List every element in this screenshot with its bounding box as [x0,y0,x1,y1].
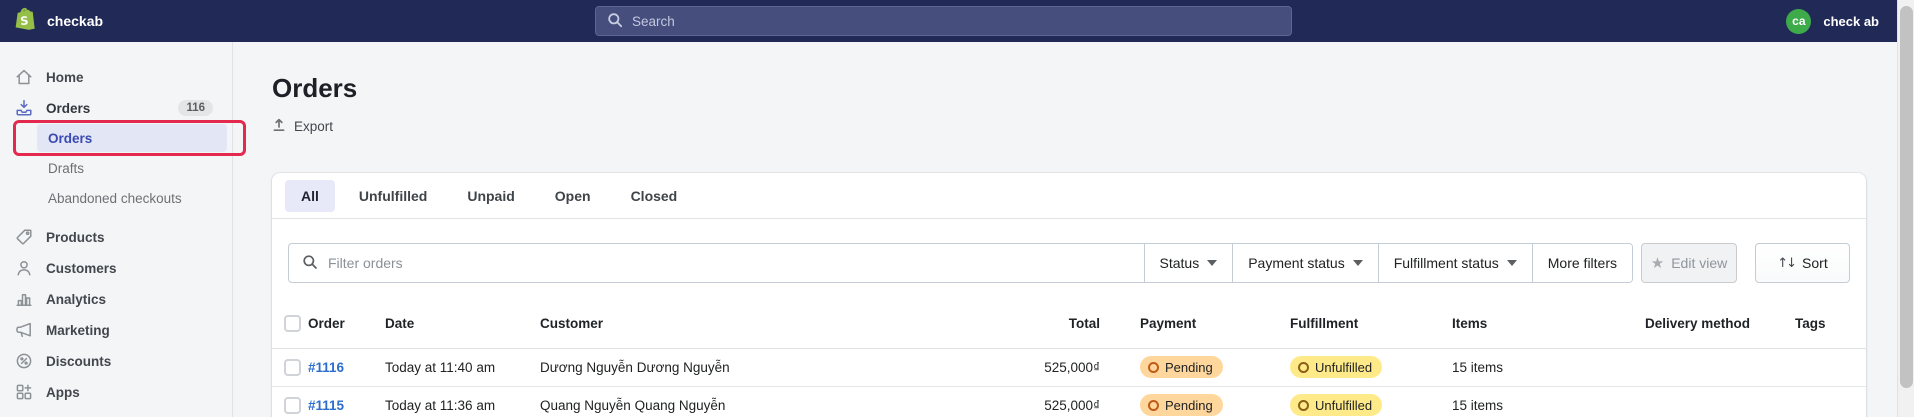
analytics-icon [14,289,34,309]
sidebar-item-products[interactable]: Products [0,222,232,252]
pending-ring-icon [1148,362,1159,373]
sidebar-nav: Home Orders 116 Orders Drafts Abandoned … [0,42,233,417]
search-icon [607,12,623,31]
pending-ring-icon [1148,400,1159,411]
tab-unpaid[interactable]: Unpaid [451,180,530,212]
customers-icon [14,258,34,278]
column-header-payment: Payment [1140,299,1290,348]
column-header-delivery-method: Delivery method [1645,299,1795,348]
tab-open[interactable]: Open [539,180,607,212]
sidebar-item-apps[interactable]: Apps [0,377,232,407]
order-view-tabs: All Unfulfilled Unpaid Open Closed [272,173,1866,219]
sidebar-subitem-orders[interactable]: Orders [37,124,227,152]
filter-orders-field[interactable] [289,244,1144,282]
store-logo-link[interactable]: S checkab [14,7,103,35]
column-header-total: Total [908,299,1140,348]
fulfillment-status-badge: Unfulfilled [1290,356,1382,378]
sort-button[interactable]: ↑↓ Sort [1755,243,1850,283]
column-header-items: Items [1452,299,1645,348]
table-row[interactable]: #1115 Today at 11:36 am Quang Nguyễn Qua… [272,386,1866,417]
global-search-input[interactable] [632,14,1232,29]
column-header-fulfillment: Fulfillment [1290,299,1452,348]
user-menu[interactable]: ca check ab [1786,0,1879,42]
export-icon [272,118,286,135]
discounts-icon [14,351,34,371]
main-content: Orders Export All Unfulfilled Unpaid Ope… [233,42,1897,417]
payment-status-dropdown[interactable]: Payment status [1232,244,1378,282]
payment-status-badge: Pending [1140,394,1223,416]
order-total: 525,000₫ [1044,360,1100,375]
sidebar-item-marketing[interactable]: Marketing [0,315,232,345]
unfulfilled-ring-icon [1298,362,1309,373]
column-header-date: Date [385,299,540,348]
orders-count-badge: 116 [178,100,213,116]
fulfillment-status-dropdown[interactable]: Fulfillment status [1378,244,1532,282]
tab-closed[interactable]: Closed [615,180,694,212]
sort-arrows-icon: ↑↓ [1777,256,1795,271]
scrollbar-track[interactable] [1897,0,1914,417]
filter-orders-input[interactable] [328,255,1127,271]
star-icon: ★ [1651,254,1664,272]
order-link[interactable]: #1115 [308,398,344,413]
sidebar-item-orders[interactable]: Orders 116 [0,93,232,123]
sidebar-item-analytics[interactable]: Analytics [0,284,232,314]
sidebar-subitem-drafts[interactable]: Drafts [37,154,227,182]
table-header-row: Order Date Customer Total Payment Fulfil… [272,299,1866,348]
unfulfilled-ring-icon [1298,400,1309,411]
fulfillment-status-badge: Unfulfilled [1290,394,1382,416]
payment-status-badge: Pending [1140,356,1223,378]
order-total: 525,000₫ [1044,398,1100,413]
sidebar-item-discounts[interactable]: Discounts [0,346,232,376]
topbar: S checkab ca check ab [0,0,1897,42]
column-header-order: Order [308,299,385,348]
row-checkbox[interactable] [284,397,301,414]
more-filters-button[interactable]: More filters [1532,244,1632,282]
avatar: ca [1786,9,1811,34]
apps-icon [14,382,34,402]
shopify-admin-orders-page: S checkab ca check ab Home [0,0,1914,417]
home-icon [14,67,34,87]
order-items-count: 15 items [1452,398,1503,413]
column-header-tags: Tags [1795,299,1866,348]
order-customer: Quang Nguyễn Quang Nguyễn [540,398,725,413]
export-button[interactable]: Export [272,118,333,135]
marketing-icon [14,320,34,340]
sidebar-subitem-abandoned-checkouts[interactable]: Abandoned checkouts [37,184,227,212]
edit-view-button[interactable]: ★ Edit view [1641,243,1737,283]
orders-card: All Unfulfilled Unpaid Open Closed [272,173,1866,417]
status-dropdown[interactable]: Status [1144,244,1233,282]
user-name: check ab [1823,14,1879,29]
table-row[interactable]: #1116 Today at 11:40 am Dương Nguyễn Dươ… [272,348,1866,386]
page-title: Orders [272,70,1866,106]
store-name: checkab [47,13,103,29]
order-date: Today at 11:40 am [385,360,495,375]
filter-search-icon [302,254,318,273]
filter-bar: Status Payment status Fulfillment status [288,243,1850,283]
scrollbar-thumb[interactable] [1900,6,1913,388]
order-link[interactable]: #1116 [308,360,344,375]
chevron-down-icon [1207,260,1217,266]
select-all-checkbox[interactable] [284,315,301,332]
orders-table: Order Date Customer Total Payment Fulfil… [272,299,1866,417]
sidebar-item-customers[interactable]: Customers [0,253,232,283]
orders-icon [14,98,34,118]
order-date: Today at 11:36 am [385,398,495,413]
svg-text:S: S [20,13,29,28]
chevron-down-icon [1507,260,1517,266]
sidebar-item-home[interactable]: Home [0,62,232,92]
row-checkbox[interactable] [284,359,301,376]
global-search[interactable] [595,6,1292,36]
tab-all[interactable]: All [285,180,335,212]
products-icon [14,227,34,247]
tab-unfulfilled[interactable]: Unfulfilled [343,180,443,212]
order-customer: Dương Nguyễn Dương Nguyễn [540,360,730,375]
chevron-down-icon [1353,260,1363,266]
column-header-customer: Customer [540,299,908,348]
shopify-logo-icon: S [14,7,36,35]
order-items-count: 15 items [1452,360,1503,375]
